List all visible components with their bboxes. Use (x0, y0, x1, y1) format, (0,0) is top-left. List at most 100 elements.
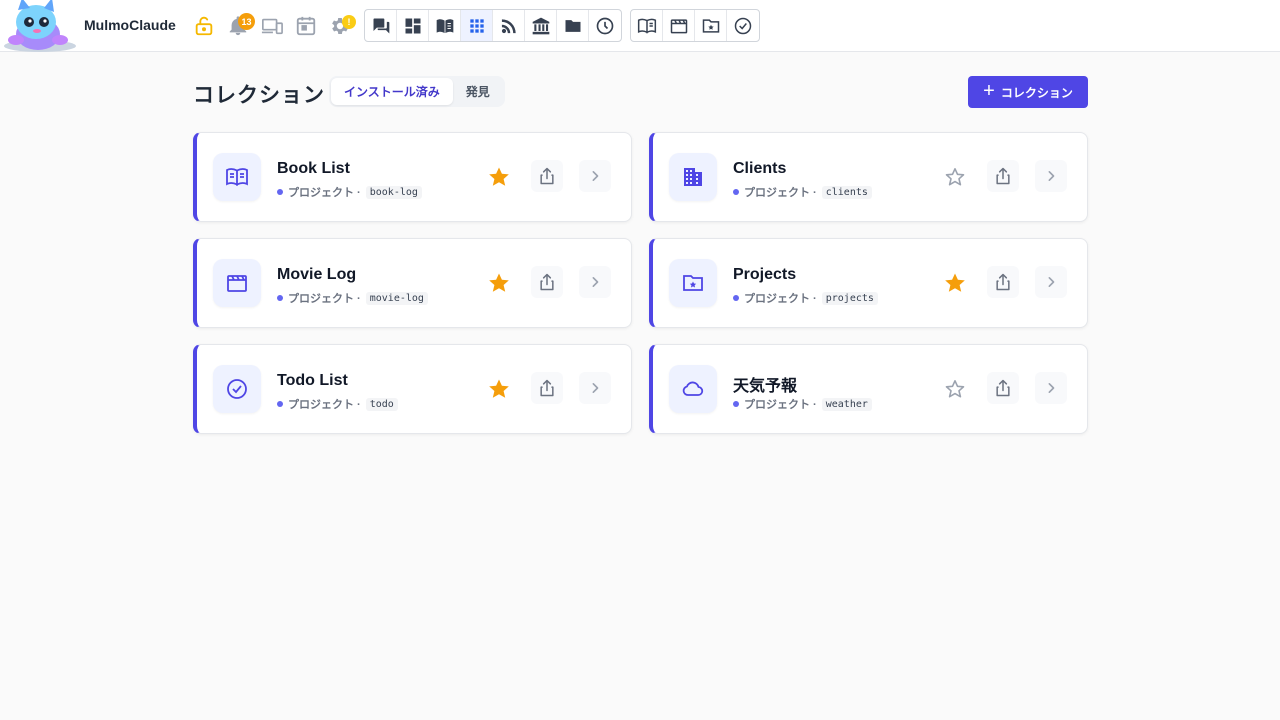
share-button[interactable] (987, 266, 1019, 298)
apps-grid-icon[interactable] (461, 10, 493, 41)
check-circle-icon[interactable] (727, 10, 759, 41)
share-button[interactable] (531, 372, 563, 404)
collection-kind: プロジェクト · (744, 187, 817, 199)
star-filled-icon[interactable] (486, 164, 512, 190)
open-button[interactable] (1035, 160, 1067, 192)
film-icon (213, 259, 261, 307)
tab-installed[interactable]: インストール済み (331, 78, 453, 105)
open-button[interactable] (1035, 266, 1067, 298)
collection-card[interactable]: Clients プロジェクト · clients (649, 132, 1088, 222)
app-logo[interactable] (0, 0, 78, 52)
share-icon (996, 379, 1010, 397)
collection-tabs: インストール済み 発見 (329, 76, 505, 107)
folder-star-icon[interactable] (695, 10, 727, 41)
collection-title: 天気予報 (733, 378, 798, 395)
dashboard-icon[interactable] (397, 10, 429, 41)
chevron-right-icon (1048, 383, 1055, 393)
star-outline-icon[interactable] (942, 164, 968, 190)
unlock-icon[interactable] (188, 10, 220, 42)
collections-shortcut-group (630, 9, 760, 42)
collection-slug: movie-log (365, 291, 428, 305)
check-circle-icon (213, 365, 261, 413)
share-icon (996, 167, 1010, 185)
open-button[interactable] (1035, 372, 1067, 404)
chevron-right-icon (592, 383, 599, 393)
chevron-right-icon (592, 171, 599, 181)
status-dot (277, 189, 283, 195)
collection-meta: プロジェクト · todo (277, 396, 398, 412)
collection-title: Movie Log (277, 266, 357, 283)
cloud-icon (669, 365, 717, 413)
new-collection-button[interactable]: + コレクション (968, 76, 1088, 108)
collection-card[interactable]: Todo List プロジェクト · todo (193, 344, 632, 434)
collection-kind: プロジェクト · (744, 399, 817, 411)
building-icon (669, 153, 717, 201)
collection-meta: プロジェクト · clients (733, 184, 872, 200)
status-dot (733, 295, 739, 301)
plus-icon: + (983, 80, 995, 102)
rss-icon[interactable] (493, 10, 525, 41)
collection-kind: プロジェクト · (744, 293, 817, 305)
chevron-right-icon (592, 277, 599, 287)
collection-kind: プロジェクト · (288, 187, 361, 199)
history-clock-icon[interactable] (589, 10, 621, 41)
folder-icon[interactable] (557, 10, 589, 41)
wiki-book-icon[interactable] (429, 10, 461, 41)
status-dot (733, 189, 739, 195)
open-button[interactable] (579, 372, 611, 404)
chevron-right-icon (1048, 171, 1055, 181)
collection-kind: プロジェクト · (288, 399, 361, 411)
star-filled-icon[interactable] (942, 270, 968, 296)
devices-icon[interactable] (256, 10, 288, 42)
collection-title: Projects (733, 266, 797, 283)
status-dot (733, 401, 739, 407)
share-icon (996, 273, 1010, 291)
folder-star-icon (669, 259, 717, 307)
collection-slug: projects (821, 291, 878, 305)
collection-card[interactable]: Movie Log プロジェクト · movie-log (193, 238, 632, 328)
collection-title: Todo List (277, 372, 348, 389)
status-dot (277, 401, 283, 407)
collection-slug: book-log (365, 185, 422, 199)
chat-icon[interactable] (365, 10, 397, 41)
book-icon[interactable] (631, 10, 663, 41)
open-button[interactable] (579, 266, 611, 298)
share-button[interactable] (531, 160, 563, 192)
bell-icon[interactable]: 13 (222, 10, 255, 42)
calendar-icon[interactable] (290, 10, 322, 42)
status-dot (277, 295, 283, 301)
share-icon (540, 167, 554, 185)
collection-title: Book List (277, 160, 350, 177)
view-switcher-group (364, 9, 622, 42)
collection-title: Clients (733, 160, 787, 177)
bank-icon[interactable] (525, 10, 557, 41)
collection-slug: todo (365, 397, 398, 411)
collection-card[interactable]: Projects プロジェクト · projects (649, 238, 1088, 328)
star-filled-icon[interactable] (486, 270, 512, 296)
collection-card[interactable]: 天気予報 プロジェクト · weather (649, 344, 1088, 434)
tab-discover[interactable]: 発見 (453, 78, 503, 105)
collection-slug: weather (821, 397, 872, 411)
collection-meta: プロジェクト · projects (733, 290, 878, 306)
open-button[interactable] (579, 160, 611, 192)
settings-alert-badge: ! (342, 15, 356, 29)
notification-count-badge: 13 (238, 13, 255, 30)
collection-slug: clients (821, 185, 872, 199)
share-button[interactable] (987, 160, 1019, 192)
share-button[interactable] (531, 266, 563, 298)
collection-card[interactable]: Book List プロジェクト · book-log (193, 132, 632, 222)
share-icon (540, 379, 554, 397)
chevron-right-icon (1048, 277, 1055, 287)
gear-icon[interactable]: ! (324, 10, 356, 42)
star-outline-icon[interactable] (942, 376, 968, 402)
film-icon[interactable] (663, 10, 695, 41)
page-title: コレクション (193, 84, 325, 107)
star-filled-icon[interactable] (486, 376, 512, 402)
new-collection-label: コレクション (1000, 85, 1073, 100)
share-icon (540, 273, 554, 291)
top-bar: MulmoClaude 13 ! (0, 0, 1280, 52)
share-button[interactable] (987, 372, 1019, 404)
collection-meta: プロジェクト · weather (733, 396, 872, 412)
app-title: MulmoClaude (84, 17, 176, 33)
collection-kind: プロジェクト · (288, 293, 361, 305)
